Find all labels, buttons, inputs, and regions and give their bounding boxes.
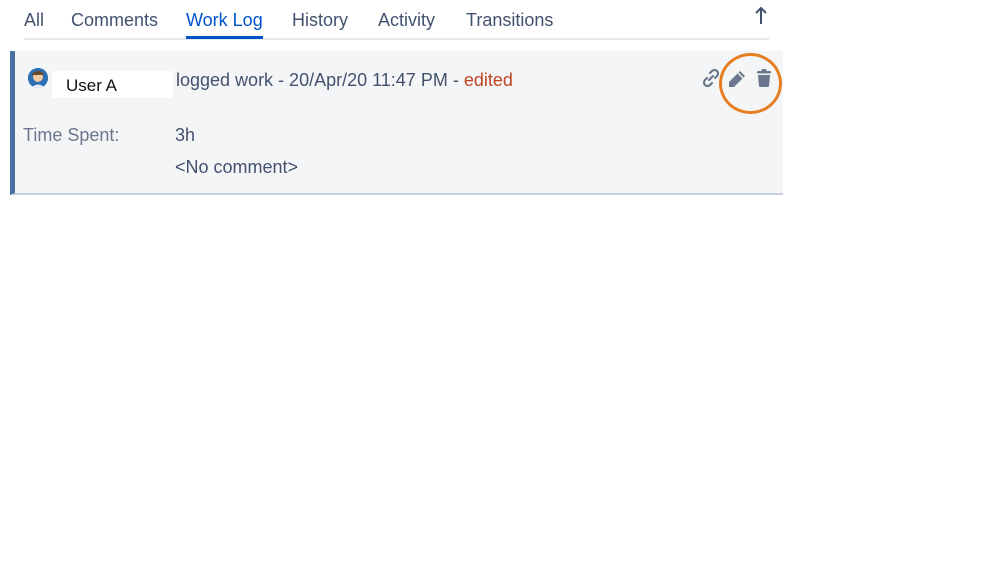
pencil-icon[interactable]	[726, 68, 748, 90]
worklog-summary: logged work - 20/Apr/20 11:47 PM - edite…	[176, 70, 513, 91]
worklog-entry: User A logged work - 20/Apr/20 11:47 PM …	[10, 51, 783, 195]
tab-history[interactable]: History	[292, 9, 348, 31]
trash-icon[interactable]	[755, 68, 773, 88]
tab-activity[interactable]: Activity	[378, 9, 435, 31]
user-avatar-icon[interactable]	[28, 68, 48, 88]
link-icon[interactable]	[700, 68, 722, 88]
user-name-link[interactable]: User A	[66, 76, 117, 96]
tab-work-log[interactable]: Work Log	[186, 9, 263, 39]
worklog-comment: <No comment>	[175, 157, 299, 177]
arrow-up-icon[interactable]	[750, 4, 772, 26]
edited-label[interactable]: edited	[464, 70, 513, 90]
time-spent-value: 3h	[175, 125, 196, 145]
activity-tabs: All Comments Work Log History Activity T…	[24, 0, 769, 40]
tab-transitions[interactable]: Transitions	[466, 9, 553, 31]
worklog-action-text: logged work - 20/Apr/20 11:47 PM -	[176, 70, 464, 90]
time-spent-label: Time Spent:	[23, 125, 120, 145]
tab-comments[interactable]: Comments	[71, 9, 158, 31]
tab-all[interactable]: All	[24, 9, 44, 31]
